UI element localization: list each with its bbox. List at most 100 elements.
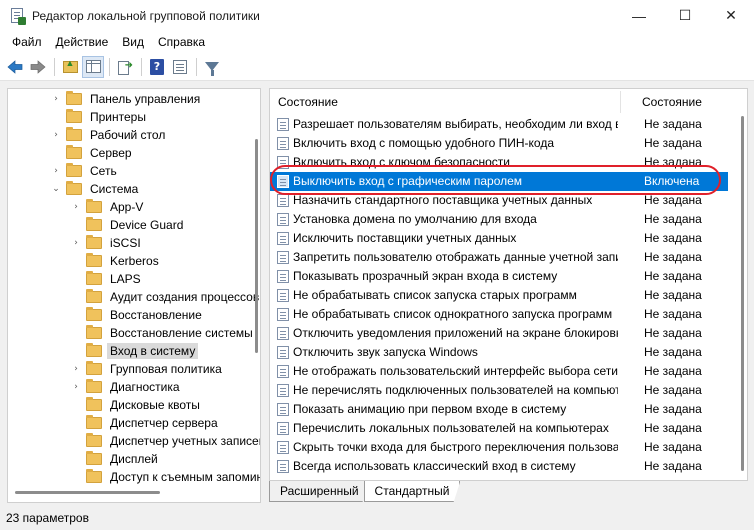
help-icon[interactable]: ? — [146, 56, 168, 78]
policy-row[interactable]: Не обрабатывать список запуска старых пр… — [270, 286, 728, 305]
policy-state: Не задана — [644, 269, 702, 283]
policy-setting-icon — [277, 422, 289, 435]
toolbar: ? — [0, 53, 754, 81]
status-bar: 23 параметров — [0, 506, 754, 530]
policy-row[interactable]: Всегда использовать классический вход в … — [270, 457, 728, 476]
tab-extended[interactable]: Расширенный — [269, 481, 370, 502]
toolbar-separator — [54, 57, 55, 76]
chevron-right-icon[interactable]: › — [70, 363, 82, 375]
maximize-button[interactable]: ☐ — [662, 0, 708, 31]
tree-item[interactable]: › Групповая политика — [70, 360, 225, 378]
tree-item[interactable]: Дисплей — [70, 450, 161, 468]
chevron-placeholder — [70, 219, 82, 231]
policy-row[interactable]: Не обрабатывать список однократного запу… — [270, 305, 728, 324]
tree-item-label: Восстановление системы — [110, 326, 253, 340]
tree-item-label: Принтеры — [90, 110, 146, 124]
tree-item[interactable]: › Рабочий стол — [50, 126, 168, 144]
policy-row[interactable]: Не отображать пользовательский интерфейс… — [270, 362, 728, 381]
tree-item[interactable]: › App-V — [70, 198, 146, 216]
chevron-right-icon[interactable]: › — [70, 201, 82, 213]
policy-row[interactable]: Показывать прозрачный экран входа в сист… — [270, 267, 728, 286]
tree-item[interactable]: › Сеть — [50, 162, 120, 180]
policy-setting-icon — [277, 308, 289, 321]
chevron-placeholder — [70, 435, 82, 447]
chevron-right-icon[interactable]: › — [70, 381, 82, 393]
tree-item[interactable]: Восстановление — [70, 306, 205, 324]
folder-icon — [66, 145, 82, 159]
tree-vertical-scrollbar[interactable] — [255, 139, 258, 353]
group-policy-app-icon — [9, 7, 26, 25]
filter-icon[interactable] — [201, 56, 223, 78]
list-vertical-scrollbar[interactable] — [741, 116, 744, 471]
chevron-right-icon[interactable]: › — [50, 93, 62, 105]
chevron-down-icon[interactable]: ⌄ — [50, 183, 62, 195]
folder-icon — [86, 289, 102, 303]
chevron-right-icon[interactable]: › — [50, 165, 62, 177]
tree-item[interactable]: ⌄ Система — [50, 180, 141, 198]
tree-item[interactable]: Диспетчер сервера — [70, 414, 221, 432]
tree-item[interactable]: Device Guard — [70, 216, 186, 234]
policy-row[interactable]: Перечислить локальных пользователей на к… — [270, 419, 728, 438]
tree-horizontal-scrollbar[interactable] — [15, 491, 160, 494]
chevron-right-icon[interactable]: › — [50, 129, 62, 141]
tree-item[interactable]: Диспетчер учетных записей — [70, 432, 261, 450]
tree-item-label: Device Guard — [110, 218, 184, 232]
folder-icon — [86, 199, 102, 213]
policy-row[interactable]: Скрыть точки входа для быстрого переключ… — [270, 438, 728, 457]
column-header-setting[interactable]: Состояние — [278, 95, 338, 109]
folder-icon — [86, 379, 102, 393]
forward-arrow-icon[interactable] — [27, 56, 49, 78]
policy-row[interactable]: Включить вход с помощью удобного ПИН-код… — [270, 134, 728, 153]
folder-icon — [66, 181, 82, 195]
policy-row[interactable]: Исключить поставщики учетных данных Не за… — [270, 229, 728, 248]
tree-item-label: Дисплей — [110, 452, 158, 466]
tab-standard[interactable]: Стандартный — [363, 481, 461, 502]
policy-row[interactable]: Отключить звук запуска Windows Не задана — [270, 343, 728, 362]
policy-row[interactable]: Установка домена по умолчанию для входа Н… — [270, 210, 728, 229]
tree-item[interactable]: LAPS — [70, 270, 144, 288]
menu-view[interactable]: Вид — [115, 35, 151, 49]
export-list-icon[interactable] — [114, 56, 136, 78]
properties-icon[interactable] — [169, 56, 191, 78]
policy-state: Не задана — [644, 307, 702, 321]
column-divider[interactable] — [620, 91, 621, 113]
policy-row[interactable]: Показать анимацию при первом входе в сис… — [270, 400, 728, 419]
folder-icon — [86, 325, 102, 339]
tree-item[interactable]: Вход в систему — [70, 342, 199, 360]
tree-item-label: Диспетчер сервера — [110, 416, 218, 430]
tree-item[interactable]: › Диагностика — [70, 378, 183, 396]
policy-setting-icon — [277, 118, 289, 131]
menu-file[interactable]: Файл — [5, 35, 49, 49]
policy-name: Отключить уведомления приложений на экра… — [293, 326, 618, 340]
folder-icon — [66, 127, 82, 141]
tree-item-label: Групповая политика — [110, 362, 222, 376]
policy-row[interactable]: Запретить пользователю отображать данные… — [270, 248, 728, 267]
menu-help[interactable]: Справка — [151, 35, 212, 49]
column-header-state[interactable]: Состояние — [642, 95, 702, 109]
tree-item[interactable]: Дисковые квоты — [70, 396, 203, 414]
policy-name: Показать анимацию при первом входе в сис… — [293, 402, 567, 416]
back-arrow-icon[interactable] — [4, 56, 26, 78]
tree-item[interactable]: Kerberos — [70, 252, 162, 270]
tree-item[interactable]: Сервер — [50, 144, 135, 162]
policy-row[interactable]: Отключить уведомления приложений на экра… — [270, 324, 728, 343]
policy-setting-icon — [277, 384, 289, 397]
tree-item[interactable]: › Панель управления — [50, 90, 203, 108]
folder-up-icon[interactable] — [59, 56, 81, 78]
tree-pane[interactable]: › Панель управления Принтеры › Рабочий стол С… — [7, 88, 261, 503]
close-button[interactable]: ✕ — [708, 0, 754, 31]
minimize-button[interactable]: — — [616, 0, 662, 31]
menu-action[interactable]: Действие — [49, 35, 116, 49]
tree-item[interactable]: Принтеры — [50, 108, 149, 126]
policy-row[interactable]: Не перечислять подключенных пользователе… — [270, 381, 728, 400]
tree-item[interactable]: Восстановление системы — [70, 324, 256, 342]
policy-state: Не задана — [644, 136, 702, 150]
tree-item[interactable]: › iSCSI — [70, 234, 144, 252]
tree-item-label: Диспетчер учетных записей — [110, 434, 261, 448]
tree-item[interactable]: Доступ к съемным запоминающим — [70, 468, 260, 486]
policy-state: Не задана — [644, 402, 702, 416]
tree-item[interactable]: Аудит создания процессов — [70, 288, 260, 306]
chevron-right-icon[interactable]: › — [70, 237, 82, 249]
policy-row[interactable]: Разрешает пользователям выбирать, необхо… — [270, 115, 728, 134]
show-hide-tree-icon[interactable] — [82, 55, 104, 78]
